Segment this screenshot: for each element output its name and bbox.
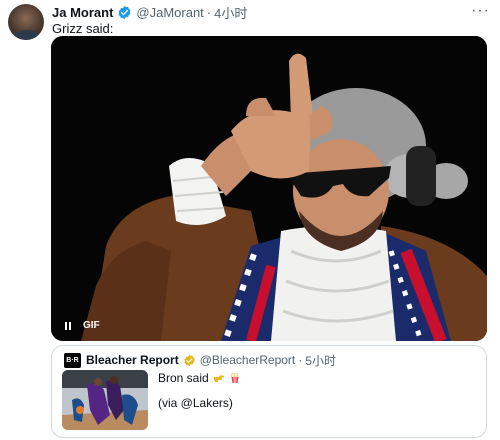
author-name[interactable]: Ja Morant [52,5,113,20]
quoted-tweet-card[interactable]: B·R Bleacher Report @BleacherReport · 5小… [51,345,487,438]
popcorn-emoji-icon [230,372,239,384]
verified-badge-icon [118,5,131,19]
quoted-tweet-timestamp[interactable]: 5小时 [305,352,336,369]
pointing-hand-emoji-icon [213,375,224,383]
quoted-tweet-thumbnail[interactable] [62,370,148,430]
gif-controls: GIF [65,320,100,331]
header-separator: · [206,4,212,20]
tweet-timestamp[interactable]: 4小时 [214,3,247,22]
more-options-icon[interactable]: ··· [471,2,490,20]
quoted-tweet-text: Bron said [158,371,209,385]
gif-media[interactable]: GIF [51,36,487,341]
gif-frame-illustration [51,36,487,341]
quoted-tweet-via: (via @Lakers) [158,396,233,410]
quoted-tweet-text-line: Bron said [158,371,241,385]
bleacher-report-avatar[interactable]: B·R [64,352,81,368]
author-handle[interactable]: @JaMorant [136,5,203,20]
tweet-header: Ja Morant @JaMorant · 4小时 [52,3,247,22]
author-avatar[interactable] [8,4,44,40]
pause-icon[interactable] [65,321,71,330]
tweet-text: Grizz said: [52,21,114,36]
gold-verified-badge-icon [184,354,195,366]
avatar-shirt [12,30,40,40]
quoted-author-handle[interactable]: @BleacherReport [200,353,296,367]
quoted-header-separator: · [298,353,303,367]
basketball-photo-illustration [62,370,148,430]
quoted-tweet-header: B·R Bleacher Report @BleacherReport · 5小… [64,352,336,368]
gif-label: GIF [83,320,100,331]
quoted-author-name[interactable]: Bleacher Report [86,353,179,367]
